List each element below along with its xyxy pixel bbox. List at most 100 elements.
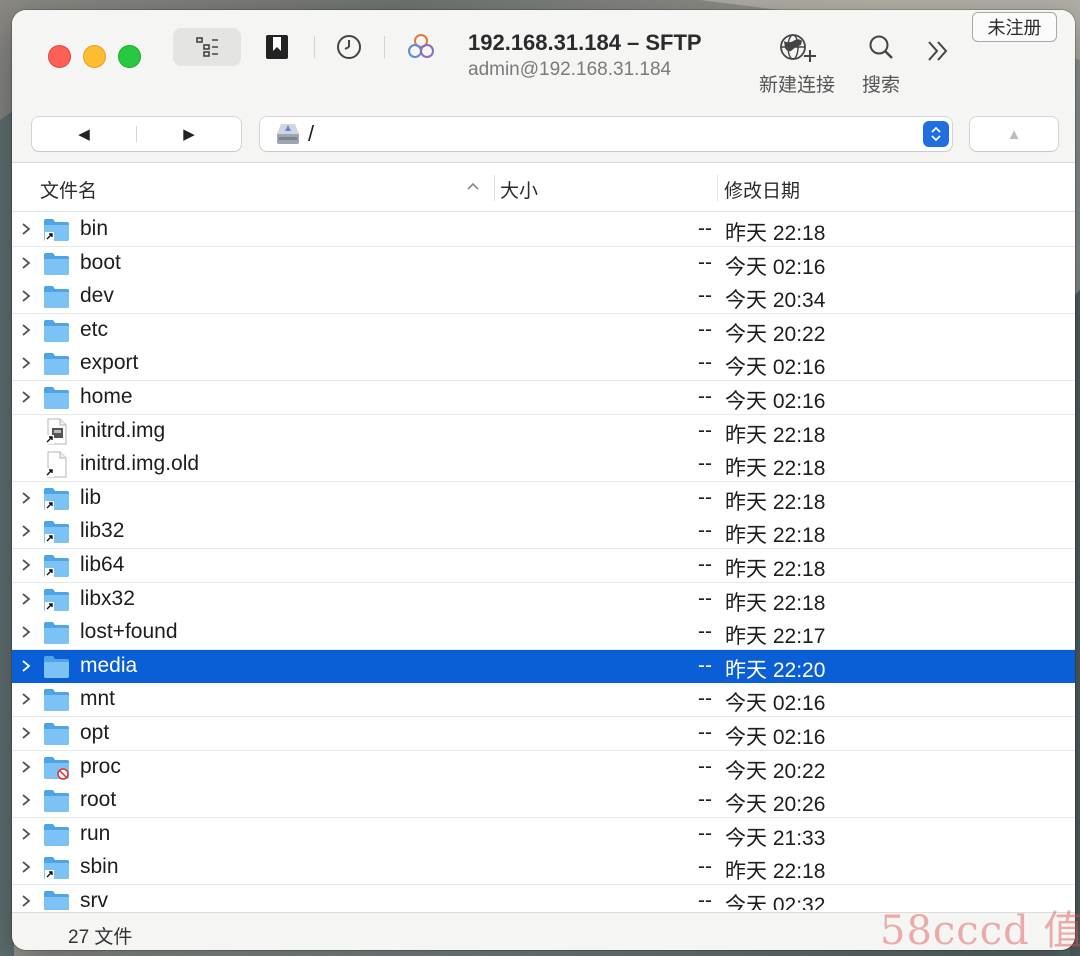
file-name: srv	[80, 889, 108, 910]
share-button[interactable]	[402, 28, 440, 66]
file-row[interactable]: etc -- 今天 20:22	[12, 314, 1075, 348]
sftp-browser-window: 192.168.31.184 – SFTP admin@192.168.31.1…	[12, 10, 1075, 950]
file-size: --	[698, 654, 712, 677]
file-row[interactable]: lib -- 昨天 22:18	[12, 482, 1075, 516]
folder-icon	[44, 320, 69, 342]
file-modified-date: 昨天 22:18	[725, 457, 826, 480]
disclosure-chevron-icon[interactable]	[20, 390, 32, 404]
file-modified-date: 今天 02:32	[725, 894, 826, 910]
forward-button[interactable]: ▶	[137, 117, 241, 151]
current-path: /	[308, 121, 315, 146]
globe-add-icon	[780, 34, 816, 62]
file-size: --	[698, 318, 712, 341]
disclosure-chevron-icon[interactable]	[20, 625, 32, 639]
disclosure-chevron-icon[interactable]	[20, 793, 32, 807]
column-separator[interactable]	[717, 175, 718, 201]
disclosure-chevron-icon[interactable]	[20, 726, 32, 740]
file-row[interactable]: opt -- 今天 02:16	[12, 717, 1075, 751]
disclosure-chevron-icon[interactable]	[20, 827, 32, 841]
file-size: --	[698, 822, 712, 845]
back-forward-control: ◀ ▶	[32, 117, 241, 151]
file-modified-date: 昨天 22:18	[725, 558, 826, 581]
file-row[interactable]: lib32 -- 昨天 22:18	[12, 515, 1075, 549]
more-toolbar-items-button[interactable]	[920, 34, 956, 68]
bookmarks-button[interactable]	[258, 28, 296, 66]
column-size-header[interactable]: 大小	[500, 176, 538, 203]
file-row[interactable]: root -- 今天 20:26	[12, 784, 1075, 818]
folder-icon	[44, 253, 69, 275]
file-row[interactable]: initrd.img.old -- 昨天 22:18	[12, 448, 1075, 482]
close-window-button[interactable]	[48, 45, 71, 68]
toolbar: 192.168.31.184 – SFTP admin@192.168.31.1…	[12, 10, 1075, 110]
disclosure-chevron-icon[interactable]	[20, 659, 32, 673]
new-connection-button[interactable]: 新建连接	[754, 32, 840, 97]
folder-alias-icon	[44, 589, 69, 611]
disclosure-chevron-icon[interactable]	[20, 894, 32, 908]
file-row[interactable]: boot -- 今天 02:16	[12, 247, 1075, 281]
path-dropdown-button[interactable]	[923, 121, 949, 147]
file-size: --	[698, 889, 712, 910]
file-modified-date: 今天 02:16	[725, 390, 826, 413]
file-name: home	[80, 385, 133, 408]
disclosure-chevron-icon[interactable]	[20, 356, 32, 370]
file-name: media	[80, 654, 138, 677]
toolbar-separator	[384, 36, 385, 58]
disclosure-chevron-icon[interactable]	[20, 592, 32, 606]
folder-alias-icon	[44, 555, 69, 577]
folder-alias-icon	[44, 488, 69, 510]
file-name: proc	[80, 755, 121, 778]
file-row[interactable]: sbin -- 昨天 22:18	[12, 851, 1075, 885]
outline-view-button[interactable]	[173, 28, 241, 66]
file-row[interactable]: bin -- 昨天 22:18	[12, 213, 1075, 247]
file-row[interactable]: export -- 今天 02:16	[12, 347, 1075, 381]
sort-ascending-icon	[467, 182, 479, 190]
file-size: --	[698, 855, 712, 878]
file-modified-date: 今天 02:16	[725, 256, 826, 279]
chevron-double-right-icon	[928, 41, 948, 61]
disclosure-chevron-icon[interactable]	[20, 524, 32, 538]
folder-icon	[44, 387, 69, 409]
file-modified-date: 昨天 22:20	[725, 659, 826, 682]
disclosure-chevron-icon[interactable]	[20, 323, 32, 337]
file-size: --	[698, 251, 712, 274]
file-size: --	[698, 452, 712, 475]
file-row[interactable]: libx32 -- 昨天 22:18	[12, 583, 1075, 617]
file-size: --	[698, 385, 712, 408]
file-row[interactable]: proc -- 今天 20:22	[12, 751, 1075, 785]
disclosure-chevron-icon[interactable]	[20, 256, 32, 270]
search-button[interactable]: 搜索	[852, 32, 910, 97]
disclosure-chevron-icon[interactable]	[20, 860, 32, 874]
parent-folder-button[interactable]: ▲	[970, 117, 1058, 151]
file-row[interactable]: lost+found -- 昨天 22:17	[12, 616, 1075, 650]
file-modified-date: 今天 20:26	[725, 793, 826, 816]
file-name: export	[80, 351, 139, 374]
back-button[interactable]: ◀	[32, 117, 136, 151]
disclosure-chevron-icon[interactable]	[20, 760, 32, 774]
disclosure-chevron-icon[interactable]	[20, 491, 32, 505]
file-row[interactable]: mnt -- 今天 02:16	[12, 683, 1075, 717]
unregistered-button[interactable]: 未注册	[972, 12, 1057, 42]
file-row[interactable]: run -- 今天 21:33	[12, 818, 1075, 852]
column-name-header[interactable]: 文件名	[40, 176, 97, 203]
navigation-bar: ◀ ▶ / ▲	[12, 110, 1075, 163]
file-count: 27 文件	[68, 927, 133, 948]
disclosure-chevron-icon[interactable]	[20, 222, 32, 236]
path-selector[interactable]: /	[260, 117, 952, 151]
watermark-logo: 58cccd 值 什么值得买	[880, 908, 1080, 954]
disclosure-chevron-icon[interactable]	[20, 289, 32, 303]
column-header: 文件名 大小 修改日期	[12, 163, 1075, 212]
column-modified-header[interactable]: 修改日期	[724, 176, 800, 203]
file-row[interactable]: initrd.img -- 昨天 22:18	[12, 415, 1075, 449]
file-row[interactable]: lib64 -- 昨天 22:18	[12, 549, 1075, 583]
zoom-window-button[interactable]	[118, 45, 141, 68]
file-row[interactable]: home -- 今天 02:16	[12, 381, 1075, 415]
disclosure-chevron-icon[interactable]	[20, 558, 32, 572]
minimize-window-button[interactable]	[83, 45, 106, 68]
file-row[interactable]: dev -- 今天 20:34	[12, 280, 1075, 314]
disclosure-chevron-icon[interactable]	[20, 692, 32, 706]
file-row[interactable]: media -- 昨天 22:20	[12, 650, 1075, 684]
column-separator[interactable]	[494, 175, 495, 201]
history-button[interactable]	[330, 28, 368, 66]
search-label: 搜索	[861, 75, 900, 96]
up-down-chevron-icon	[931, 126, 941, 142]
